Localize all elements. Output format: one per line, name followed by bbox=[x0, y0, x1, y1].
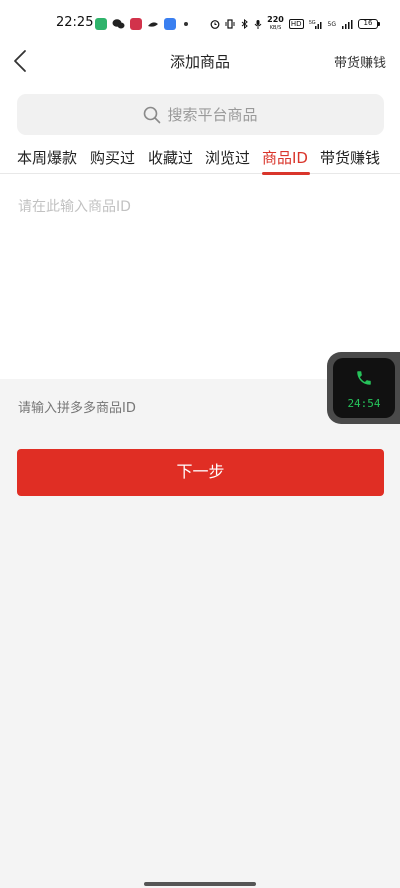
vibrate-icon bbox=[225, 19, 235, 29]
bird-app-icon bbox=[148, 22, 158, 27]
hd-badge: HD bbox=[288, 19, 304, 29]
active-tab-indicator bbox=[262, 172, 310, 175]
call-widget-inner: 24:54 bbox=[333, 358, 395, 418]
app-notification-icon bbox=[95, 18, 107, 30]
svg-text:5G: 5G bbox=[309, 20, 316, 26]
network-speed: 220 KB/S bbox=[267, 15, 284, 32]
tab-bar: 本周爆款 购买过 收藏过 浏览过 商品ID 带货赚钱 bbox=[0, 144, 400, 175]
tab-earn-money[interactable]: 带货赚钱 bbox=[320, 147, 380, 168]
tab-favorited[interactable]: 收藏过 bbox=[148, 147, 193, 168]
red-app-icon bbox=[130, 18, 142, 30]
floating-call-widget[interactable]: 24:54 bbox=[327, 352, 400, 424]
more-notifications-dot-icon bbox=[184, 22, 188, 26]
tab-purchased[interactable]: 购买过 bbox=[90, 147, 135, 168]
search-placeholder: 搜索平台商品 bbox=[167, 106, 258, 124]
system-icons: 220 KB/S HD 5G 5G 16 bbox=[210, 15, 380, 32]
tab-product-id[interactable]: 商品ID bbox=[262, 147, 308, 168]
search-icon bbox=[144, 106, 161, 123]
phone-icon bbox=[357, 371, 371, 385]
signal-bars-icon bbox=[342, 20, 353, 29]
product-id-hint: 请输入拼多多商品ID bbox=[18, 401, 136, 416]
wechat-icon bbox=[112, 19, 125, 29]
battery-icon: 16 bbox=[358, 19, 380, 29]
header-earn-link[interactable]: 带货赚钱 bbox=[334, 52, 386, 71]
call-timer: 24:54 bbox=[347, 397, 381, 410]
next-step-button[interactable]: 下一步 bbox=[17, 449, 384, 496]
notification-icons bbox=[95, 17, 188, 31]
tab-weekly-hot[interactable]: 本周爆款 bbox=[17, 147, 77, 168]
signal-icon: 5G bbox=[309, 20, 322, 29]
header: 添加商品 带货赚钱 bbox=[0, 40, 400, 82]
product-id-input[interactable] bbox=[0, 185, 400, 379]
status-bar: 22:25 220 KB/S HD 5G 5G 16 bbox=[0, 12, 400, 38]
search-bar[interactable]: 搜索平台商品 bbox=[17, 94, 384, 135]
bluetooth-icon bbox=[241, 19, 248, 29]
status-time: 22:25 bbox=[56, 15, 94, 30]
home-indicator[interactable] bbox=[144, 882, 256, 886]
microphone-icon bbox=[254, 20, 262, 29]
signal-label: 5G bbox=[327, 20, 336, 28]
alarm-icon bbox=[210, 20, 220, 29]
tab-browsed[interactable]: 浏览过 bbox=[205, 147, 250, 168]
blue-app-icon bbox=[164, 18, 176, 30]
